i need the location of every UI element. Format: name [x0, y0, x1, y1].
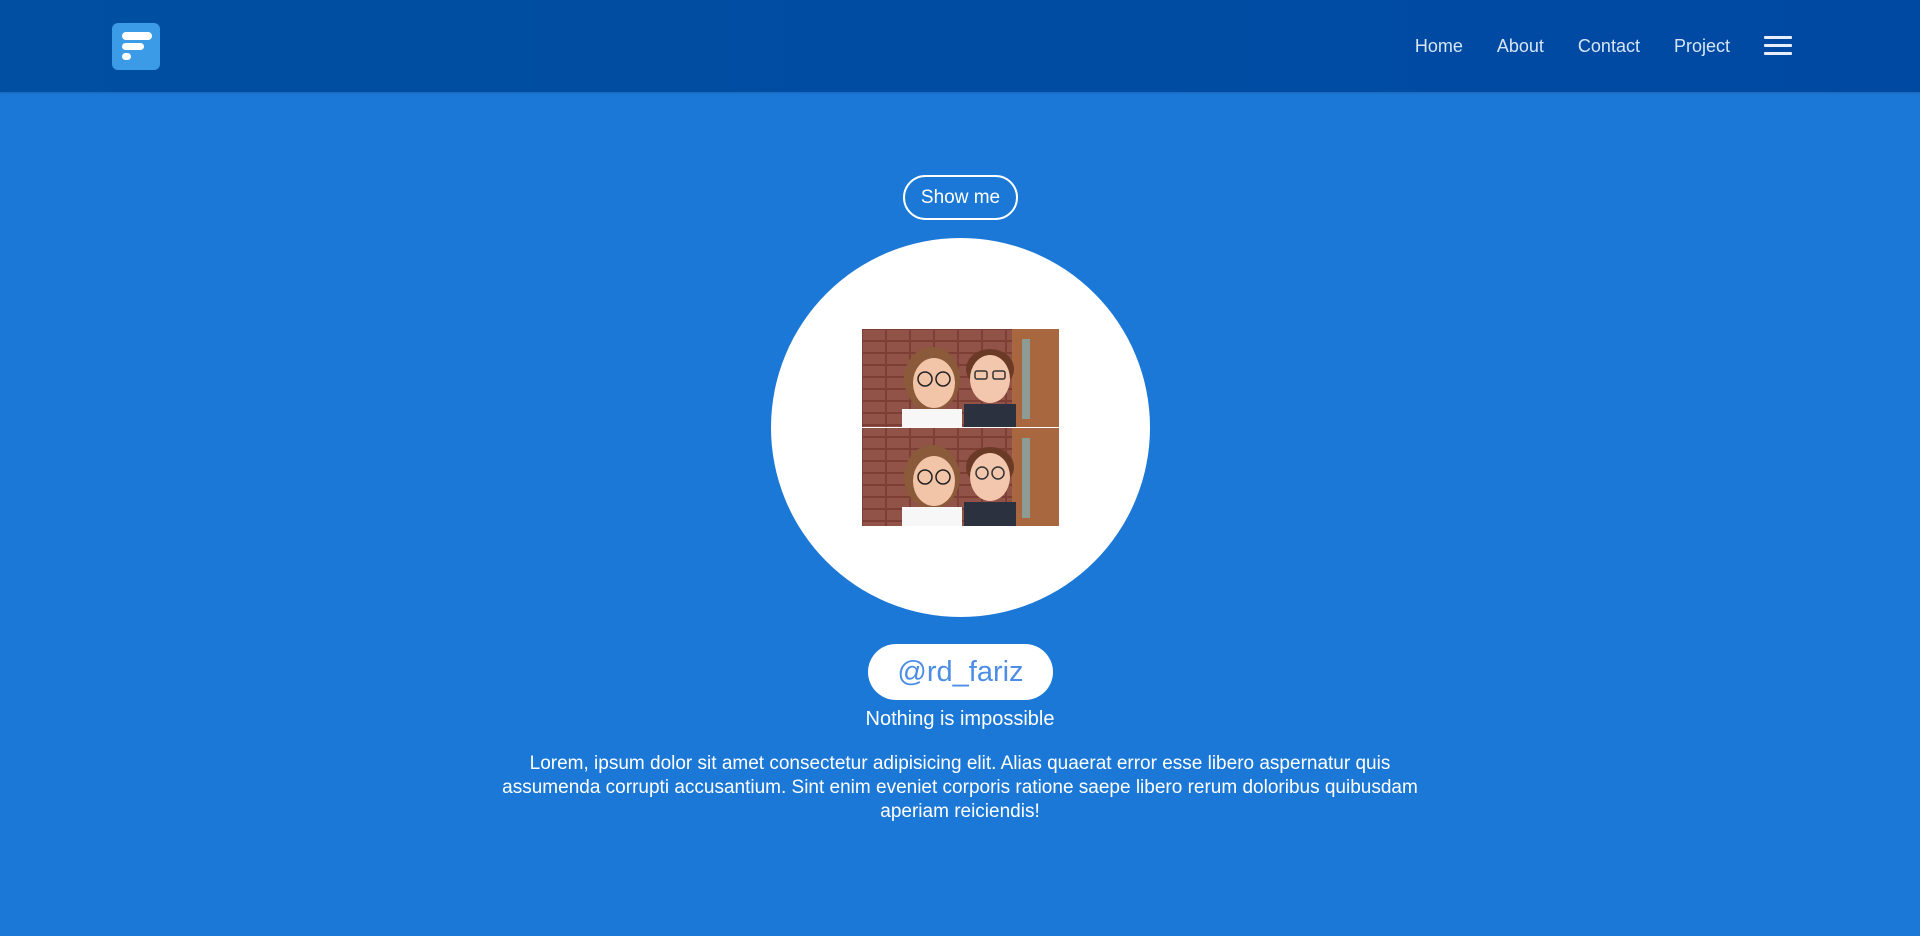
avatar-photo [862, 329, 1059, 526]
description-text: Lorem, ipsum dolor sit amet consectetur … [502, 753, 1418, 822]
tagline: Nothing is impossible [865, 708, 1055, 730]
show-me-button[interactable]: Show me [903, 175, 1018, 220]
nav-links: Home About Contact Project [1415, 0, 1730, 92]
navbar: Home About Contact Project [0, 0, 1920, 92]
nav-link-contact[interactable]: Contact [1578, 36, 1640, 57]
hamburger-menu-icon[interactable] [1764, 34, 1792, 58]
nav-link-home[interactable]: Home [1415, 36, 1463, 57]
nav-link-project[interactable]: Project [1674, 36, 1730, 57]
username-badge: @rd_fariz [868, 644, 1053, 700]
logo-icon[interactable] [112, 23, 160, 70]
nav-link-about[interactable]: About [1497, 36, 1544, 57]
